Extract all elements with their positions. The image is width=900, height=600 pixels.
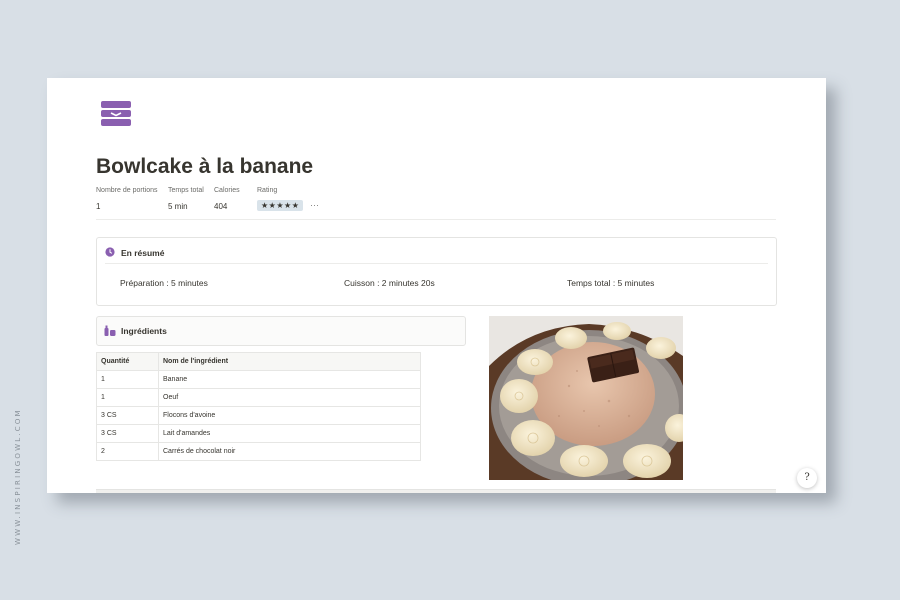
column-header-ingredient-name[interactable]: Nom de l'ingrédient — [158, 352, 421, 371]
ingredients-callout[interactable]: Ingrédients — [96, 316, 466, 346]
property-value: 1 — [96, 202, 101, 211]
clock-icon — [105, 247, 115, 257]
table-cell[interactable]: 2 — [96, 442, 159, 461]
property-value: 404 — [214, 202, 228, 211]
property-total-time[interactable]: Temps total 5 min — [168, 187, 204, 211]
table-row: 1 Oeuf — [96, 388, 421, 407]
next-block-edge — [96, 489, 776, 493]
recipe-box-icon[interactable] — [100, 101, 132, 127]
ingredients-title: Ingrédients — [121, 326, 167, 336]
summary-callout[interactable]: En résumé Préparation : 5 minutes Cuisso… — [96, 237, 777, 306]
ingredients-table: Quantité Nom de l'ingrédient 1 Banane 1 … — [96, 352, 421, 461]
property-rating[interactable]: Rating ★★★★★ — [257, 187, 304, 211]
table-cell[interactable]: Banane — [158, 370, 421, 389]
table-row: 3 CS Flocons d'avoine — [96, 406, 421, 425]
bowlcake-photo[interactable] — [489, 316, 683, 480]
table-cell[interactable]: Carrés de chocolat noir — [158, 442, 421, 461]
table-cell[interactable]: 3 CS — [96, 406, 159, 425]
summary-cook-time: Cuisson : 2 minutes 20s — [344, 278, 435, 288]
table-cell[interactable]: 3 CS — [96, 424, 159, 443]
rating-badge: ★★★★★ — [257, 200, 304, 211]
divider — [96, 219, 776, 220]
divider — [105, 263, 768, 264]
table-cell[interactable]: Lait d'amandes — [158, 424, 421, 443]
property-calories[interactable]: Calories 404 — [214, 187, 240, 211]
table-row: 3 CS Lait d'amandes — [96, 424, 421, 443]
page-title[interactable]: Bowlcake à la banane — [96, 155, 313, 179]
notion-page-window: Bowlcake à la banane Nombre de portions … — [47, 78, 826, 493]
table-header-row: Quantité Nom de l'ingrédient — [96, 352, 421, 371]
ingredients-icon — [104, 325, 116, 336]
table-cell[interactable]: 1 — [96, 388, 159, 407]
property-value: 5 min — [168, 202, 188, 211]
property-label: Calories — [214, 187, 240, 194]
column-header-quantity[interactable]: Quantité — [96, 352, 159, 371]
table-cell[interactable]: Flocons d'avoine — [158, 406, 421, 425]
table-cell[interactable]: Oeuf — [158, 388, 421, 407]
table-row: 2 Carrés de chocolat noir — [96, 442, 421, 461]
table-row: 1 Banane — [96, 370, 421, 389]
summary-prep-time: Préparation : 5 minutes — [120, 278, 208, 288]
summary-total-time: Temps total : 5 minutes — [567, 278, 655, 288]
property-label: Rating — [257, 187, 278, 194]
property-portions[interactable]: Nombre de portions 1 — [96, 187, 158, 211]
help-button[interactable]: ? — [797, 468, 817, 488]
more-properties-button[interactable]: ··· — [310, 200, 319, 210]
summary-title: En résumé — [121, 248, 165, 258]
property-label: Temps total — [168, 187, 204, 194]
watermark: WWW.INSPIRINGOWL.COM — [14, 408, 22, 545]
property-label: Nombre de portions — [96, 187, 158, 194]
table-cell[interactable]: 1 — [96, 370, 159, 389]
